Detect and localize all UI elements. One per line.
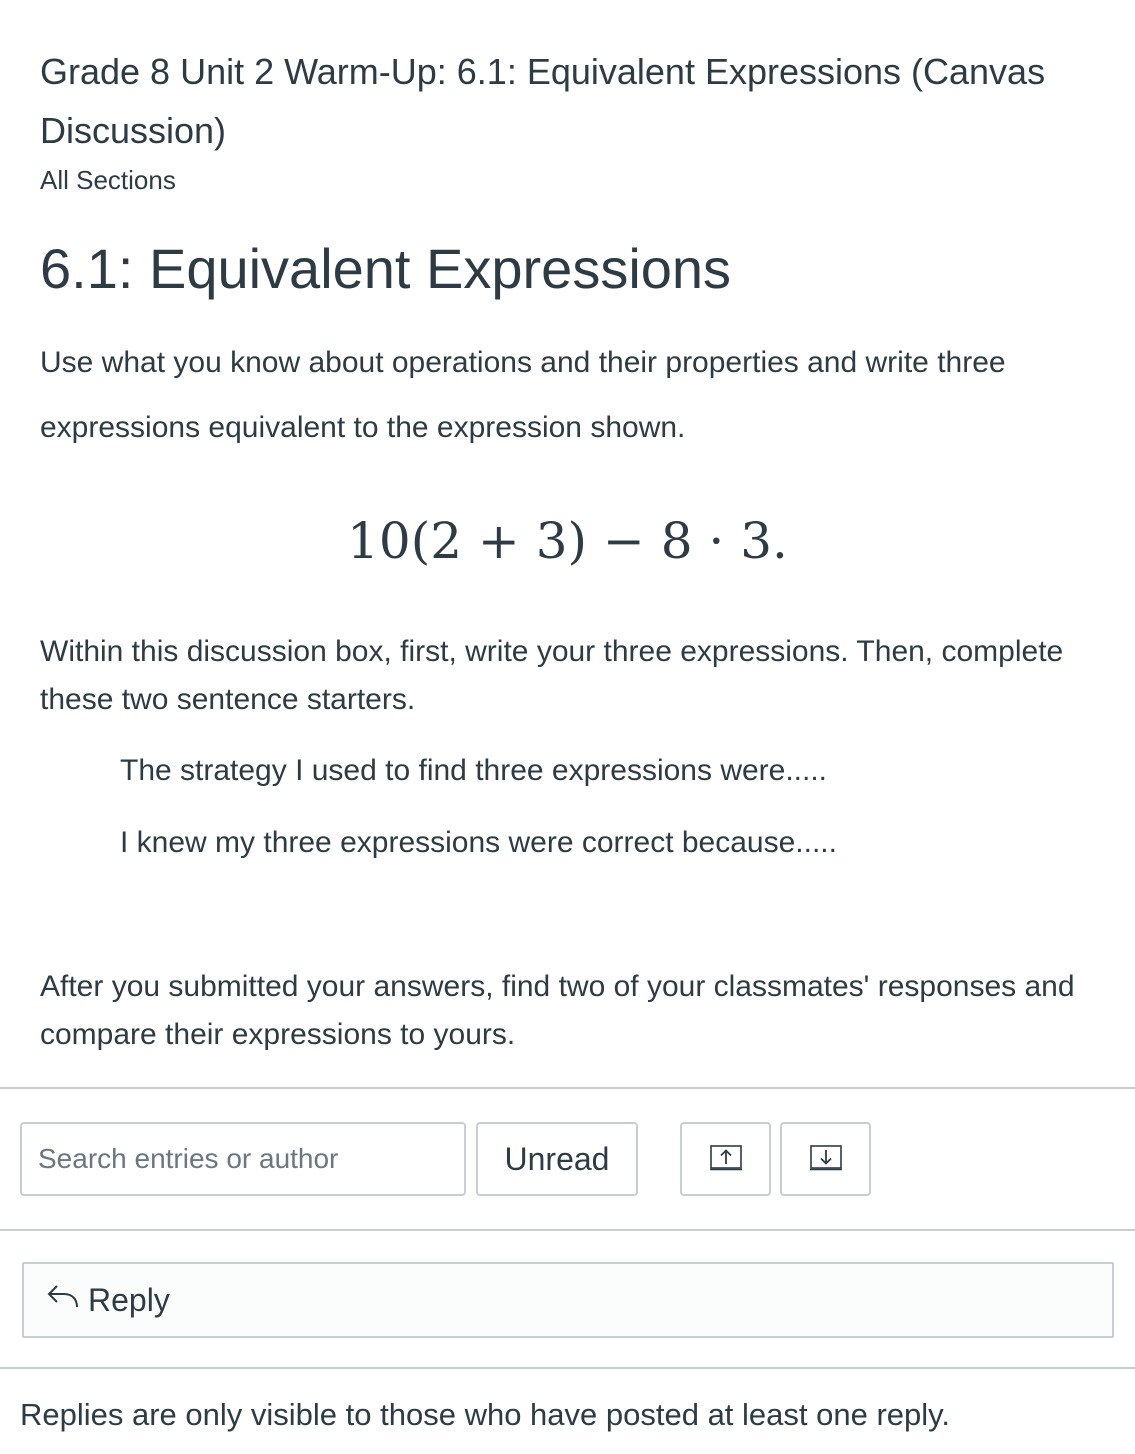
search-input[interactable] [20, 1122, 466, 1196]
expand-arrow-up-icon [709, 1143, 743, 1176]
intro-paragraph: Use what you know about operations and t… [40, 346, 1006, 444]
replies-visibility-notice: Replies are only visible to those who ha… [20, 1397, 950, 1432]
collapse-arrow-down-icon [809, 1143, 843, 1176]
reply-label: Reply [88, 1281, 170, 1318]
divider [0, 1229, 1135, 1231]
reply-button[interactable]: Reply [22, 1262, 1114, 1338]
expand-all-button[interactable] [680, 1122, 771, 1196]
sections-label: All Sections [40, 165, 176, 195]
reply-arrow-icon [46, 1281, 88, 1319]
divider [0, 1367, 1135, 1369]
discussion-title: Grade 8 Unit 2 Warm-Up: 6.1: Equivalent … [40, 51, 1046, 151]
instructions-paragraph: Within this discussion box, first, write… [40, 635, 1064, 716]
sentence-starter-1: The strategy I used to find three expres… [120, 754, 828, 787]
divider [0, 1087, 1135, 1089]
collapse-all-button[interactable] [780, 1122, 871, 1196]
sentence-starter-2: I knew my three expressions were correct… [120, 826, 837, 859]
math-expression: 10(2 + 3) − 8 · 3. [347, 512, 788, 570]
followup-paragraph: After you submitted your answers, find t… [40, 970, 1075, 1051]
unread-button[interactable]: Unread [476, 1122, 638, 1196]
content-heading: 6.1: Equivalent Expressions [40, 237, 732, 300]
